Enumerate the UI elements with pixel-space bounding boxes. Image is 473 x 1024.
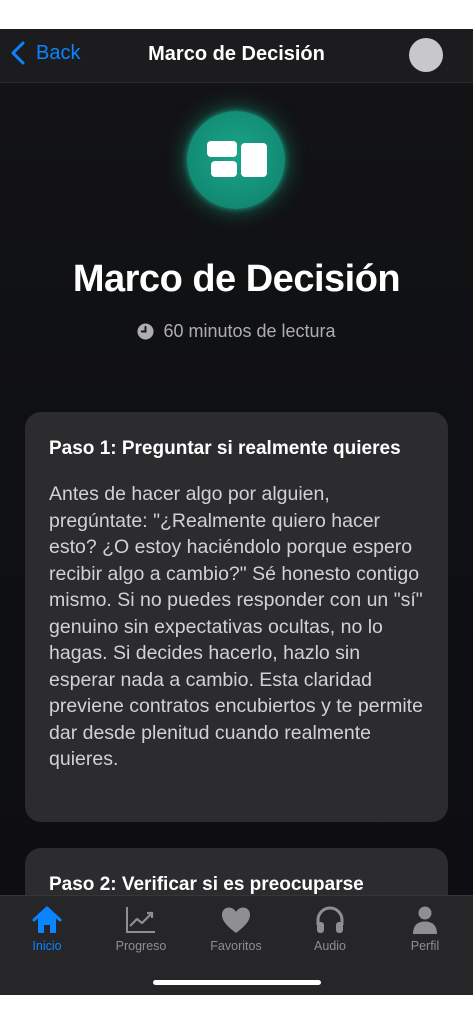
page-title: Marco de Decisión <box>72 258 401 300</box>
step-body: Antes de hacer algo por alguien, pregúnt… <box>49 483 423 770</box>
nav-title: Marco de Decisión <box>148 43 325 65</box>
home-icon <box>32 906 62 933</box>
tab-label: Favoritos <box>210 939 262 953</box>
tab-label: Inicio <box>32 939 62 953</box>
app-screen: Back Marco de Decisión Marco de Decisión… <box>0 29 473 995</box>
tab-perfil[interactable]: Perfil <box>378 896 472 966</box>
tab-label: Audio <box>314 939 346 953</box>
headphones-icon <box>316 906 344 933</box>
tab-inicio[interactable]: Inicio <box>0 896 94 966</box>
avatar[interactable] <box>409 38 443 72</box>
step-title: Paso 1: Preguntar si realmente quieres <box>49 438 401 459</box>
navigation-bar: Back Marco de Decisión <box>0 29 473 83</box>
tab-label: Perfil <box>410 939 440 953</box>
clock-icon <box>137 323 154 340</box>
tab-audio[interactable]: Audio <box>283 896 377 966</box>
tab-favoritos[interactable]: Favoritos <box>189 896 283 966</box>
tab-progreso[interactable]: Progreso <box>94 896 188 966</box>
reading-time-label: 60 minutos de lectura <box>163 321 336 341</box>
heart-icon <box>222 907 250 933</box>
chart-icon <box>126 907 155 933</box>
framework-icon <box>187 111 285 209</box>
reading-time: 60 minutos de lectura <box>0 321 473 342</box>
step-title: Paso 2: Verificar si es preocuparse <box>49 874 364 895</box>
step-card: Paso 1: Preguntar si realmente quieres A… <box>25 412 448 822</box>
tab-label: Progreso <box>115 939 167 953</box>
home-indicator <box>153 980 321 985</box>
person-icon <box>413 906 437 934</box>
